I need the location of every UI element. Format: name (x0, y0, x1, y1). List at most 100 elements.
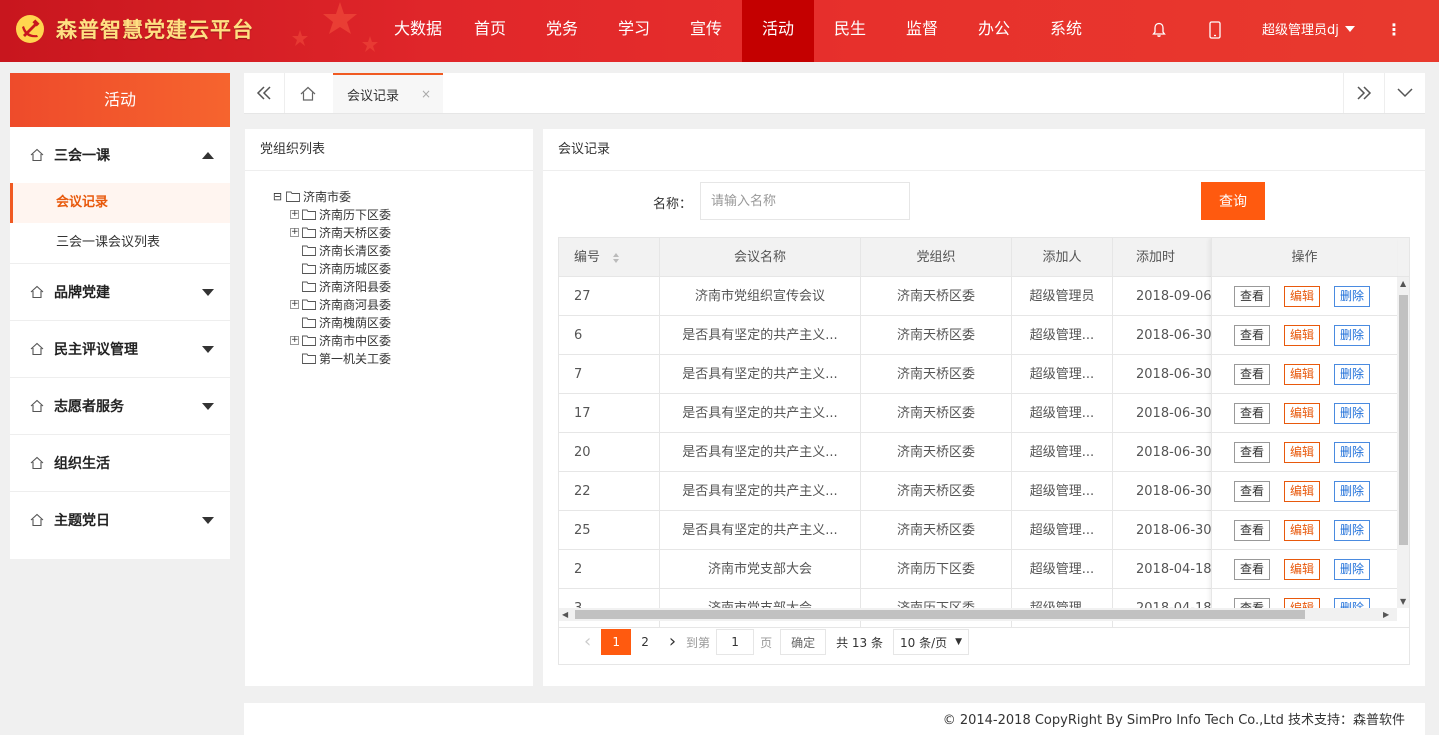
bell-icon[interactable] (1149, 20, 1169, 40)
nav-system[interactable]: 系统 (1030, 0, 1102, 62)
home-tab-icon[interactable] (287, 73, 328, 113)
cell-name: 是否具有坚定的共产主义... (660, 355, 861, 394)
view-button[interactable]: 查看 (1234, 597, 1270, 608)
close-icon[interactable]: × (421, 87, 431, 101)
edit-button[interactable]: 编辑 (1284, 558, 1320, 580)
tree-node[interactable]: 济南槐荫区委 (272, 313, 533, 331)
view-button[interactable]: 查看 (1234, 363, 1270, 385)
query-button[interactable]: 查询 (1201, 182, 1265, 220)
horizontal-scrollbar[interactable]: ◀ ▶ (559, 608, 1397, 621)
delete-button[interactable]: 删除 (1334, 285, 1370, 307)
goto-confirm-button[interactable]: 确定 (780, 629, 827, 655)
edit-button[interactable]: 编辑 (1284, 402, 1320, 424)
view-button[interactable]: 查看 (1234, 285, 1270, 307)
delete-button[interactable]: 删除 (1334, 441, 1370, 463)
page-1-button[interactable]: 1 (601, 629, 632, 655)
tree-node[interactable]: + 济南商河县委 (272, 295, 533, 313)
edit-button[interactable]: 编辑 (1284, 363, 1320, 385)
cell-id: 25 (559, 511, 660, 550)
view-button[interactable]: 查看 (1234, 480, 1270, 502)
view-button[interactable]: 查看 (1234, 324, 1270, 346)
app-logo[interactable]: 森普智慧党建云平台 (14, 13, 254, 45)
sidebar-item-volunteer[interactable]: 志愿者服务 (10, 378, 230, 434)
column-header-label: 编号 (574, 250, 601, 265)
tree-node[interactable]: 济南历城区委 (272, 259, 533, 277)
expand-icon[interactable]: + (290, 209, 299, 219)
tree-node[interactable]: + 济南市中区委 (272, 331, 533, 349)
scroll-down-icon[interactable]: ▼ (1400, 597, 1406, 606)
delete-button[interactable]: 删除 (1334, 324, 1370, 346)
collapse-icon[interactable]: ⊟ (272, 191, 283, 202)
scrollbar-thumb[interactable] (575, 610, 1305, 619)
edit-button[interactable]: 编辑 (1284, 324, 1320, 346)
tree-node-label: 济南历城区委 (319, 261, 392, 276)
sidebar-subitem-meeting-records[interactable]: 会议记录 (10, 183, 230, 223)
edit-button[interactable]: 编辑 (1284, 441, 1320, 463)
sidebar-item-org-life[interactable]: 组织生活 (10, 435, 230, 491)
delete-button[interactable]: 删除 (1334, 402, 1370, 424)
delete-button[interactable]: 删除 (1334, 519, 1370, 541)
expand-icon[interactable]: + (290, 299, 299, 309)
view-button[interactable]: 查看 (1234, 519, 1270, 541)
chevron-down-icon (1344, 25, 1355, 32)
cell-org: 济南天桥区委 (861, 472, 1012, 511)
nav-study[interactable]: 学习 (598, 0, 670, 62)
scroll-left-icon[interactable]: ◀ (562, 610, 568, 619)
nav-party-affairs[interactable]: 党务 (526, 0, 598, 62)
cell-user: 超级管理... (1012, 316, 1113, 355)
more-menu-icon[interactable]: ⋮ (1386, 20, 1402, 39)
prev-page-icon[interactable]: ‹ (574, 629, 601, 655)
expand-icon[interactable]: + (290, 227, 299, 237)
scrollbar-thumb[interactable] (1399, 295, 1408, 545)
goto-page-input[interactable] (716, 629, 755, 655)
nav-activity[interactable]: 活动 (742, 0, 814, 62)
edit-button[interactable]: 编辑 (1284, 597, 1320, 608)
cell-name: 是否具有坚定的共产主义... (660, 472, 861, 511)
tree-node[interactable]: 济南济阳县委 (272, 277, 533, 295)
view-button[interactable]: 查看 (1234, 402, 1270, 424)
sidebar-item-evaluation[interactable]: 民主评议管理 (10, 321, 230, 377)
sidebar-subitem-meeting-list[interactable]: 三会一课会议列表 (10, 223, 230, 263)
sort-icon[interactable] (612, 252, 620, 264)
nav-livelihood[interactable]: 民生 (814, 0, 886, 62)
search-input[interactable] (700, 182, 910, 220)
sidebar-item-three-meetings[interactable]: 三会一课 (10, 127, 230, 183)
tree-node[interactable]: 济南长清区委 (272, 241, 533, 259)
view-button[interactable]: 查看 (1234, 441, 1270, 463)
view-button[interactable]: 查看 (1234, 558, 1270, 580)
tree-node-root[interactable]: ⊟ 济南市委 (272, 187, 533, 205)
nav-publicity[interactable]: 宣传 (670, 0, 742, 62)
edit-button[interactable]: 编辑 (1284, 519, 1320, 541)
expand-icon[interactable]: + (290, 335, 299, 345)
nav-supervision[interactable]: 监督 (886, 0, 958, 62)
page-2-button[interactable]: 2 (631, 629, 659, 655)
nav-office[interactable]: 办公 (958, 0, 1030, 62)
scroll-tabs-left-icon[interactable] (244, 73, 285, 113)
tree-node[interactable]: + 济南历下区委 (272, 205, 533, 223)
column-header-id[interactable]: 编号 (559, 238, 660, 277)
next-page-icon[interactable]: › (659, 629, 686, 655)
page-size-select[interactable]: 10 条/页 ▼ (893, 629, 970, 655)
tree-node[interactable]: + 济南天桥区委 (272, 223, 533, 241)
tree-node[interactable]: 第一机关工委 (272, 349, 533, 367)
nav-home[interactable]: 首页 (454, 0, 526, 62)
tab-options-chevron-down-icon[interactable] (1384, 73, 1425, 113)
delete-button[interactable]: 删除 (1334, 363, 1370, 385)
edit-button[interactable]: 编辑 (1284, 285, 1320, 307)
cell-org: 济南天桥区委 (861, 511, 1012, 550)
nav-bigdata[interactable]: 大数据 (382, 0, 454, 62)
tab-meeting-records[interactable]: 会议记录 × (333, 73, 443, 113)
user-menu[interactable]: 超级管理员dj (1262, 19, 1355, 38)
scroll-right-icon[interactable]: ▶ (1383, 610, 1389, 619)
cell-user: 超级管理... (1012, 433, 1113, 472)
sidebar-item-theme-day[interactable]: 主题党日 (10, 492, 230, 548)
sidebar-item-brand[interactable]: 品牌党建 (10, 264, 230, 320)
scroll-up-icon[interactable]: ▲ (1400, 279, 1406, 288)
vertical-scrollbar[interactable]: ▲ ▼ (1397, 277, 1409, 608)
delete-button[interactable]: 删除 (1334, 558, 1370, 580)
scroll-tabs-right-icon[interactable] (1343, 73, 1384, 113)
edit-button[interactable]: 编辑 (1284, 480, 1320, 502)
delete-button[interactable]: 删除 (1334, 597, 1370, 608)
mobile-icon[interactable] (1205, 20, 1225, 40)
delete-button[interactable]: 删除 (1334, 480, 1370, 502)
